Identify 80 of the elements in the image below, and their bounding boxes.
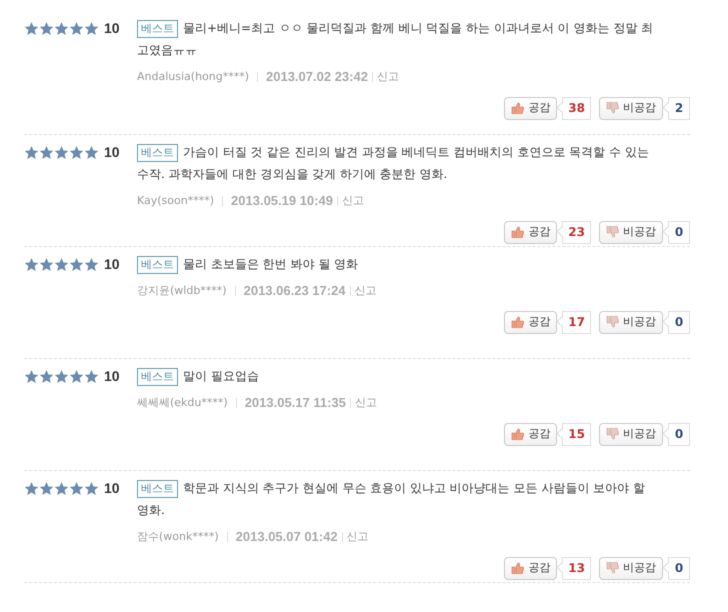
dislike-count: 0 [668, 422, 690, 446]
review-text: 베스트 물리+베니=최고 ㅇㅇ 물리덕질과 함께 베니 덕질을 하는 이과녀로서 이 영화는 정말 최고였음ㅠㅠ [137, 18, 654, 59]
date: 2013.06.23 17:24 [244, 282, 346, 300]
best-badge: 베스트 [137, 368, 178, 386]
author: Andalusia(hong****) [137, 68, 250, 84]
star-icon [69, 368, 84, 384]
thumbs-up-icon [511, 316, 524, 328]
thumbs-down-icon [606, 102, 619, 114]
thumbs-up-icon [511, 428, 524, 440]
star-icon [84, 480, 99, 496]
star-icon [39, 256, 54, 272]
thumbs-up-icon [511, 102, 524, 114]
star-icon [24, 480, 39, 496]
star-icon [84, 144, 99, 160]
star-icon [54, 256, 69, 272]
thumbs-down-icon [606, 428, 619, 440]
dislike-button[interactable]: 비공감 [599, 96, 663, 120]
star-icon [54, 144, 69, 160]
like-button[interactable]: 공감 [504, 422, 558, 446]
dislike-button[interactable]: 비공감 [599, 220, 663, 244]
thumbs-down-icon [606, 316, 619, 328]
star-icon [24, 20, 39, 36]
review-text: 베스트 학문과 지식의 추구가 현실에 무슨 효용이 있냐고 비아냥대는 모든 사람들이 보아야 할 영화. [137, 478, 646, 519]
review-text: 베스트 말이 필요업습 [137, 365, 690, 387]
review-text: 베스트 가슴이 터질 것 같은 진리의 발견 과정을 베네딕트 컴버배치의 호연으로 목격할 수 있는 수작. 과학자들에 대한 경외심을 갖게 하기에 충분한 영화. [137, 142, 650, 183]
star-icon [39, 368, 54, 384]
star-icon [39, 20, 54, 36]
star-icon [54, 368, 69, 384]
thumbs-up-icon [511, 226, 524, 238]
thumbs-down-icon [606, 562, 619, 574]
review-text: 베스트 물리 초보들은 한번 봐야 될 영화 [137, 253, 690, 275]
star-icon [24, 368, 39, 384]
star-icon [39, 480, 54, 496]
like-count: 17 [562, 310, 591, 334]
author: 쎄쎄쎄(ekdu****) [137, 394, 228, 410]
date: 2013.07.02 23:42 [266, 68, 368, 86]
score: 10 [104, 366, 120, 386]
date: 2013.05.19 10:49 [231, 192, 333, 210]
star-icon [69, 144, 84, 160]
dislike-count: 0 [668, 220, 690, 244]
thumbs-up-icon [511, 562, 524, 574]
like-button[interactable]: 공감 [504, 310, 558, 334]
star-icon [24, 256, 39, 272]
star-icon [69, 256, 84, 272]
score: 10 [104, 18, 120, 38]
best-badge: 베스트 [137, 20, 178, 38]
score: 10 [104, 254, 120, 274]
dislike-button[interactable]: 비공감 [599, 556, 663, 580]
star-icon [69, 20, 84, 36]
star-icon [54, 20, 69, 36]
star-icon [84, 20, 99, 36]
date: 2013.05.17 11:35 [244, 394, 346, 412]
dislike-button[interactable]: 비공감 [599, 310, 663, 334]
like-button[interactable]: 공감 [504, 556, 558, 580]
star-icon [84, 368, 99, 384]
like-button[interactable]: 공감 [504, 220, 558, 244]
best-badge: 베스트 [137, 144, 178, 162]
date: 2013.05.07 01:42 [236, 528, 338, 546]
best-badge: 베스트 [137, 480, 178, 498]
best-badge: 베스트 [137, 256, 178, 274]
like-button[interactable]: 공감 [504, 96, 558, 120]
author: 잠수(wonk****) [137, 528, 219, 544]
star-icon [54, 480, 69, 496]
author: Kay(soon****) [137, 192, 214, 208]
score: 10 [104, 142, 120, 162]
thumbs-down-icon [606, 226, 619, 238]
star-icon [69, 480, 84, 496]
dislike-button[interactable]: 비공감 [599, 422, 663, 446]
like-count: 23 [562, 220, 591, 244]
like-count: 13 [562, 556, 591, 580]
dislike-count: 0 [668, 310, 690, 334]
star-icon [24, 144, 39, 160]
like-count: 38 [562, 96, 591, 120]
dislike-count: 0 [668, 556, 690, 580]
like-count: 15 [562, 422, 591, 446]
author: 강지윤(wldb****) [137, 282, 227, 298]
dislike-count: 2 [668, 96, 690, 120]
score: 10 [104, 478, 120, 498]
star-icon [39, 144, 54, 160]
star-icon [84, 256, 99, 272]
